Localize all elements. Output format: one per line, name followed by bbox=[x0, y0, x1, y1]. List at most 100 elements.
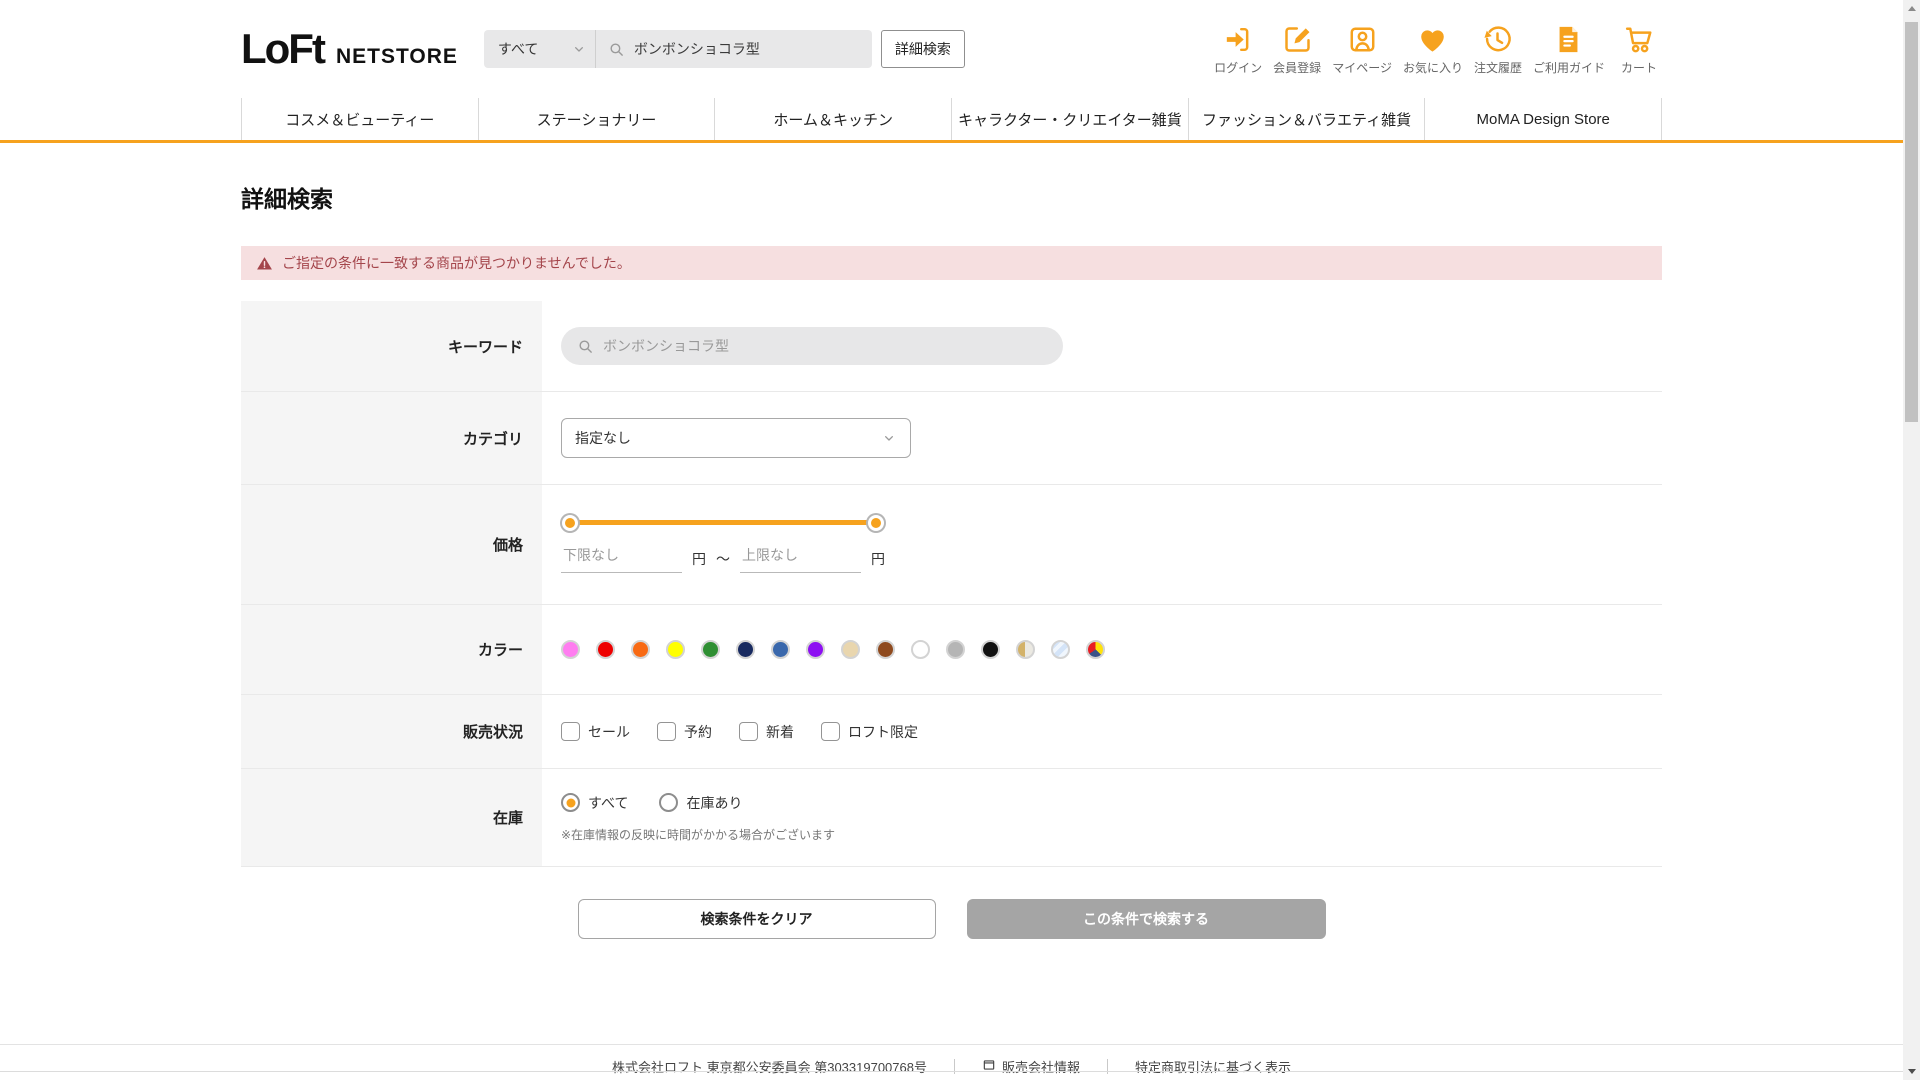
slider-handle-max[interactable] bbox=[868, 515, 884, 531]
search-category-value: すべて bbox=[498, 39, 538, 59]
nav-item[interactable]: ファッション＆バラエティ雑貨 bbox=[1188, 98, 1425, 140]
stock-option-0[interactable]: すべて bbox=[561, 793, 628, 813]
no-results-alert: ご指定の条件に一致する商品が見つかりませんでした。 bbox=[241, 246, 1662, 280]
search-category-select[interactable]: すべて bbox=[484, 30, 596, 68]
color-swatch-beige[interactable] bbox=[841, 640, 860, 659]
color-row: カラー bbox=[241, 605, 1662, 695]
checkbox[interactable] bbox=[657, 722, 676, 741]
utility-item-cart[interactable]: カート bbox=[1616, 23, 1662, 76]
utility-item-register[interactable]: 会員登録 bbox=[1273, 23, 1321, 76]
heart-icon bbox=[1416, 23, 1449, 56]
sales-option-2[interactable]: 新着 bbox=[739, 722, 794, 742]
checkbox-label: 新着 bbox=[766, 722, 794, 742]
utility-item-favorites[interactable]: お気に入り bbox=[1403, 23, 1463, 76]
footer-link-label: 販売会社情報 bbox=[1002, 1057, 1080, 1076]
guide-icon bbox=[1552, 23, 1585, 56]
search-query-text: ボンボンショコラ型 bbox=[634, 39, 760, 59]
advanced-search-form: キーワード ボンボンショコラ型 カテゴリ 指定なし bbox=[241, 301, 1662, 867]
checkbox-label: 予約 bbox=[684, 722, 712, 742]
checkbox-label: セール bbox=[588, 722, 630, 742]
color-swatch-red[interactable] bbox=[596, 640, 615, 659]
footer: 株式会社ロフト 東京都公安委員会 第303319700768号 販売会社情報特定… bbox=[0, 1044, 1903, 1087]
logo-netstore-text: NETSTORE bbox=[336, 45, 458, 69]
utility-item-label: ログイン bbox=[1214, 59, 1262, 76]
chevron-down-icon bbox=[571, 41, 587, 57]
clear-conditions-button[interactable]: 検索条件をクリア bbox=[578, 899, 936, 939]
price-unit-label: 円 bbox=[871, 549, 885, 569]
sales-status-label: 販売状況 bbox=[241, 695, 542, 768]
footer-link[interactable]: 販売会社情報 bbox=[982, 1057, 1080, 1076]
price-max-input[interactable]: 上限なし bbox=[740, 545, 861, 573]
search-icon bbox=[577, 338, 594, 355]
color-swatch-green[interactable] bbox=[701, 640, 720, 659]
detail-search-button[interactable]: 詳細検索 bbox=[881, 30, 965, 68]
color-swatch-yellow[interactable] bbox=[666, 640, 685, 659]
search-input[interactable]: ボンボンショコラ型 bbox=[596, 39, 872, 59]
page-title: 詳細検索 bbox=[241, 180, 1662, 214]
slider-track[interactable] bbox=[574, 520, 872, 525]
sales-status-row: 販売状況 セール 予約 新着 ロフト限定 bbox=[241, 695, 1662, 769]
scroll-up-button[interactable] bbox=[1903, 0, 1920, 17]
stock-option-1[interactable]: 在庫あり bbox=[659, 793, 742, 813]
price-min-input[interactable]: 下限なし bbox=[561, 545, 682, 573]
radio-label: 在庫あり bbox=[686, 793, 742, 813]
mypage-icon bbox=[1346, 23, 1379, 56]
scrollbar[interactable] bbox=[1903, 0, 1920, 1080]
color-swatch-brown[interactable] bbox=[876, 640, 895, 659]
utility-item-label: カート bbox=[1621, 59, 1657, 76]
stock-options: すべて 在庫あり bbox=[561, 793, 742, 813]
keyword-row: キーワード ボンボンショコラ型 bbox=[241, 301, 1662, 392]
footer-link[interactable]: 特定商取引法に基づく表示 bbox=[1135, 1057, 1291, 1076]
color-swatch-white[interactable] bbox=[911, 640, 930, 659]
alert-message: ご指定の条件に一致する商品が見つかりませんでした。 bbox=[282, 253, 631, 273]
header-search: すべて ボンボンショコラ型 詳細検索 bbox=[484, 30, 965, 68]
nav-item[interactable]: MoMA Design Store bbox=[1424, 98, 1662, 140]
checkbox[interactable] bbox=[821, 722, 840, 741]
keyword-input[interactable]: ボンボンショコラ型 bbox=[561, 327, 1063, 365]
keyword-value: ボンボンショコラ型 bbox=[603, 336, 729, 356]
stock-row: 在庫 すべて在庫あり ※在庫情報の反映に時間がかかる場合がございます bbox=[241, 769, 1662, 867]
color-swatch-multicolor[interactable] bbox=[1086, 640, 1105, 659]
color-swatch-pink[interactable] bbox=[561, 640, 580, 659]
color-swatch-clear[interactable] bbox=[1051, 640, 1070, 659]
utility-item-order-history[interactable]: 注文履歴 bbox=[1474, 23, 1522, 76]
scrollbar-thumb[interactable] bbox=[1905, 22, 1918, 422]
nav-item[interactable]: コスメ＆ビューティー bbox=[241, 98, 478, 140]
category-label: カテゴリ bbox=[241, 392, 542, 484]
category-select[interactable]: 指定なし bbox=[561, 418, 911, 458]
color-label: カラー bbox=[241, 605, 542, 694]
price-range-slider bbox=[574, 520, 872, 525]
nav-item[interactable]: ホーム＆キッチン bbox=[714, 98, 951, 140]
utility-item-label: ご利用ガイド bbox=[1533, 59, 1605, 76]
radio-button[interactable] bbox=[561, 793, 580, 812]
color-swatch-orange[interactable] bbox=[631, 640, 650, 659]
price-unit-label: 円 bbox=[692, 549, 706, 569]
sales-option-0[interactable]: セール bbox=[561, 722, 630, 742]
color-swatch-purple[interactable] bbox=[806, 640, 825, 659]
color-swatch-gray[interactable] bbox=[946, 640, 965, 659]
sales-option-1[interactable]: 予約 bbox=[657, 722, 712, 742]
nav-item[interactable]: キャラクター・クリエイター雑貨 bbox=[951, 98, 1188, 140]
utility-item-mypage[interactable]: マイページ bbox=[1332, 23, 1392, 76]
sales-option-3[interactable]: ロフト限定 bbox=[821, 722, 918, 742]
color-swatch-black[interactable] bbox=[981, 640, 1000, 659]
nav-item[interactable]: ステーショナリー bbox=[478, 98, 715, 140]
color-swatch-blue[interactable] bbox=[771, 640, 790, 659]
keyword-label: キーワード bbox=[241, 301, 542, 391]
checkbox[interactable] bbox=[561, 722, 580, 741]
utility-item-login[interactable]: ログイン bbox=[1214, 23, 1262, 76]
scroll-down-button[interactable] bbox=[1903, 1063, 1920, 1080]
utility-item-guide[interactable]: ご利用ガイド bbox=[1533, 23, 1605, 76]
slider-handle-min[interactable] bbox=[562, 515, 578, 531]
checkbox-label: ロフト限定 bbox=[848, 722, 918, 742]
price-separator: ～ bbox=[716, 549, 730, 569]
nav-bar: コスメ＆ビューティーステーショナリーホーム＆キッチンキャラクター・クリエイター雑… bbox=[0, 98, 1903, 143]
loft-logo[interactable]: LoFt NETSTORE bbox=[241, 28, 458, 70]
radio-button[interactable] bbox=[659, 793, 678, 812]
checkbox[interactable] bbox=[739, 722, 758, 741]
form-actions: 検索条件をクリア この条件で検索する bbox=[241, 899, 1662, 939]
utility-item-label: マイページ bbox=[1332, 59, 1392, 76]
color-swatch-navy[interactable] bbox=[736, 640, 755, 659]
search-submit-button[interactable]: この条件で検索する bbox=[967, 899, 1326, 939]
color-swatch-gold-silver[interactable] bbox=[1016, 640, 1035, 659]
